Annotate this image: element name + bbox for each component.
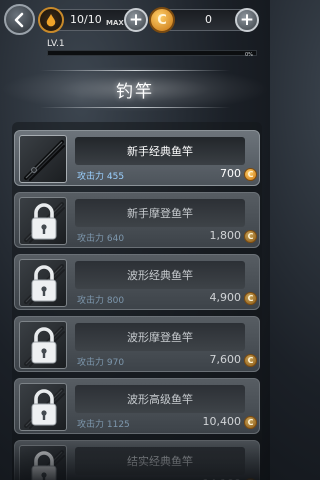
rod-price: 10,400 bbox=[202, 415, 242, 428]
padlock-icon bbox=[31, 327, 57, 364]
water-drop-icon bbox=[38, 7, 64, 33]
page-title: 钓竿 bbox=[116, 82, 154, 102]
coin-icon: C bbox=[149, 7, 175, 33]
rod-name-plate: 波形经典鱼竿 bbox=[75, 261, 245, 289]
padlock-icon bbox=[31, 451, 57, 480]
coin-icon: C bbox=[244, 292, 257, 305]
rod-stats-row: 攻击力 970 7,600 C bbox=[71, 353, 259, 370]
rod-price: 4,900 bbox=[209, 291, 242, 304]
rod-name: 结实经典鱼竿 bbox=[127, 455, 193, 468]
rod-card[interactable]: 波形摩登鱼竿 攻击力 970 7,600 C bbox=[14, 316, 260, 372]
rod-attack: 攻击力 455 bbox=[77, 172, 125, 182]
rod-price: 1,800 bbox=[209, 229, 242, 242]
rod-thumbnail bbox=[19, 259, 67, 307]
add-coins-button[interactable]: + bbox=[235, 8, 259, 32]
rod-thumbnail bbox=[19, 383, 67, 431]
rod-card[interactable]: 新手摩登鱼竿 攻击力 640 1,800 C bbox=[14, 192, 260, 248]
coin-counter: C 0 + bbox=[149, 7, 259, 33]
back-arrow-icon bbox=[14, 12, 23, 27]
energy-max-label: MAX bbox=[106, 19, 124, 27]
coin-icon: C bbox=[244, 354, 257, 367]
rod-stats-row: 攻击力 800 4,900 C bbox=[71, 291, 259, 308]
rod-attack: 攻击力 970 bbox=[77, 358, 125, 368]
coin-symbol: C bbox=[157, 12, 167, 28]
title-divider-bottom bbox=[40, 107, 230, 108]
coin-icon: C bbox=[244, 168, 257, 181]
rod-thumbnail bbox=[19, 197, 67, 245]
energy-counter: 10/10 MAX + bbox=[38, 7, 148, 33]
rod-name: 新手经典鱼竿 bbox=[127, 145, 193, 158]
add-energy-button[interactable]: + bbox=[124, 8, 148, 32]
rod-attack: 攻击力 1125 bbox=[77, 420, 130, 430]
rod-name: 波形摩登鱼竿 bbox=[127, 331, 193, 344]
xp-percent: 0% bbox=[245, 52, 253, 58]
rod-name: 波形经典鱼竿 bbox=[127, 269, 193, 282]
rod-thumbnail bbox=[19, 321, 67, 369]
rod-stats-row: 攻击力 455 700 C bbox=[71, 167, 259, 184]
player-level: LV.1 bbox=[47, 39, 65, 49]
rod-attack: 攻击力 800 bbox=[77, 296, 125, 306]
rod-stats-row: 攻击力 640 1,800 C bbox=[71, 229, 259, 246]
rod-price: 700 bbox=[220, 167, 241, 180]
rod-name: 新手摩登鱼竿 bbox=[127, 207, 193, 220]
energy-value: 10/10 bbox=[70, 13, 102, 26]
rod-stats-row: 攻击力 1125 10,400 C bbox=[71, 415, 259, 432]
coin-value: 0 bbox=[205, 13, 212, 26]
coin-icon: C bbox=[244, 416, 257, 429]
rod-thumbnail bbox=[19, 135, 67, 183]
rod-name-plate: 新手摩登鱼竿 bbox=[75, 199, 245, 227]
page-title-banner: 钓竿 bbox=[0, 66, 270, 112]
coin-icon: C bbox=[244, 230, 257, 243]
padlock-icon bbox=[31, 203, 57, 240]
rod-card[interactable]: 波形高级鱼竿 攻击力 1125 10,400 C bbox=[14, 378, 260, 434]
rod-name: 波形高级鱼竿 bbox=[127, 393, 193, 406]
rod-name-plate: 波形高级鱼竿 bbox=[75, 385, 245, 413]
title-divider-top bbox=[40, 70, 230, 71]
rod-card[interactable]: 新手经典鱼竿 攻击力 455 700 C bbox=[14, 130, 260, 186]
rod-price: 7,600 bbox=[209, 353, 242, 366]
rod-thumbnail bbox=[19, 445, 67, 480]
padlock-icon bbox=[31, 265, 57, 302]
back-button[interactable] bbox=[4, 4, 35, 35]
plus-icon: + bbox=[239, 9, 255, 30]
plus-icon: + bbox=[128, 9, 144, 30]
fishing-rod-icon bbox=[24, 140, 65, 181]
rod-card[interactable]: 波形经典鱼竿 攻击力 800 4,900 C bbox=[14, 254, 260, 310]
rod-attack: 攻击力 640 bbox=[77, 234, 125, 244]
top-bar: 10/10 MAX + C 0 + bbox=[0, 0, 270, 40]
padlock-icon bbox=[31, 389, 57, 426]
rod-name-plate: 新手经典鱼竿 bbox=[75, 137, 245, 165]
rod-name-plate: 结实经典鱼竿 bbox=[75, 447, 245, 475]
rod-list[interactable]: 新手经典鱼竿 攻击力 455 700 C 新手摩登鱼竿 攻击力 640 1,80… bbox=[12, 122, 262, 480]
rod-card[interactable]: 结实经典鱼竿 攻击力 1305 14,100 C bbox=[14, 440, 260, 480]
xp-bar bbox=[47, 50, 257, 56]
rod-name-plate: 波形摩登鱼竿 bbox=[75, 323, 245, 351]
